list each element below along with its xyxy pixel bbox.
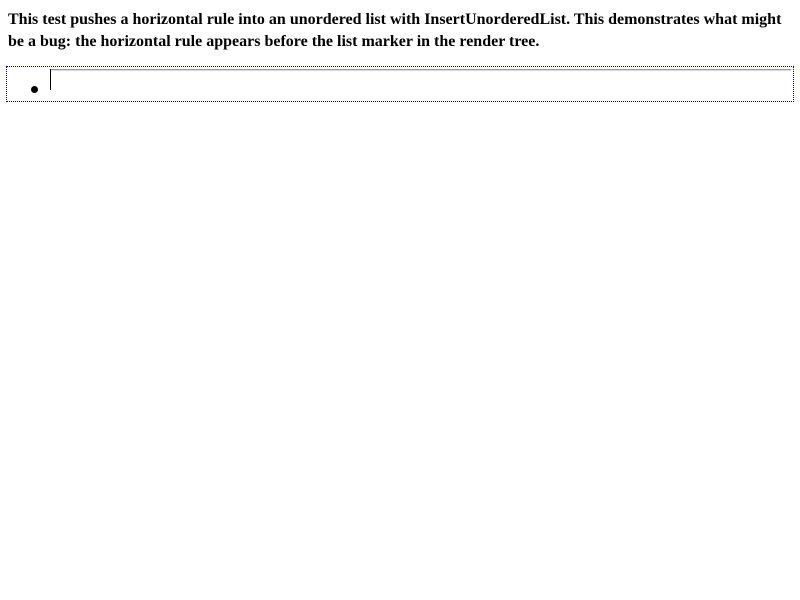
list-bullet-icon bbox=[31, 86, 38, 93]
text-caret bbox=[50, 69, 51, 90]
editable-region[interactable] bbox=[6, 66, 794, 102]
horizontal-rule bbox=[50, 69, 791, 71]
test-description: This test pushes a horizontal rule into … bbox=[8, 11, 782, 50]
